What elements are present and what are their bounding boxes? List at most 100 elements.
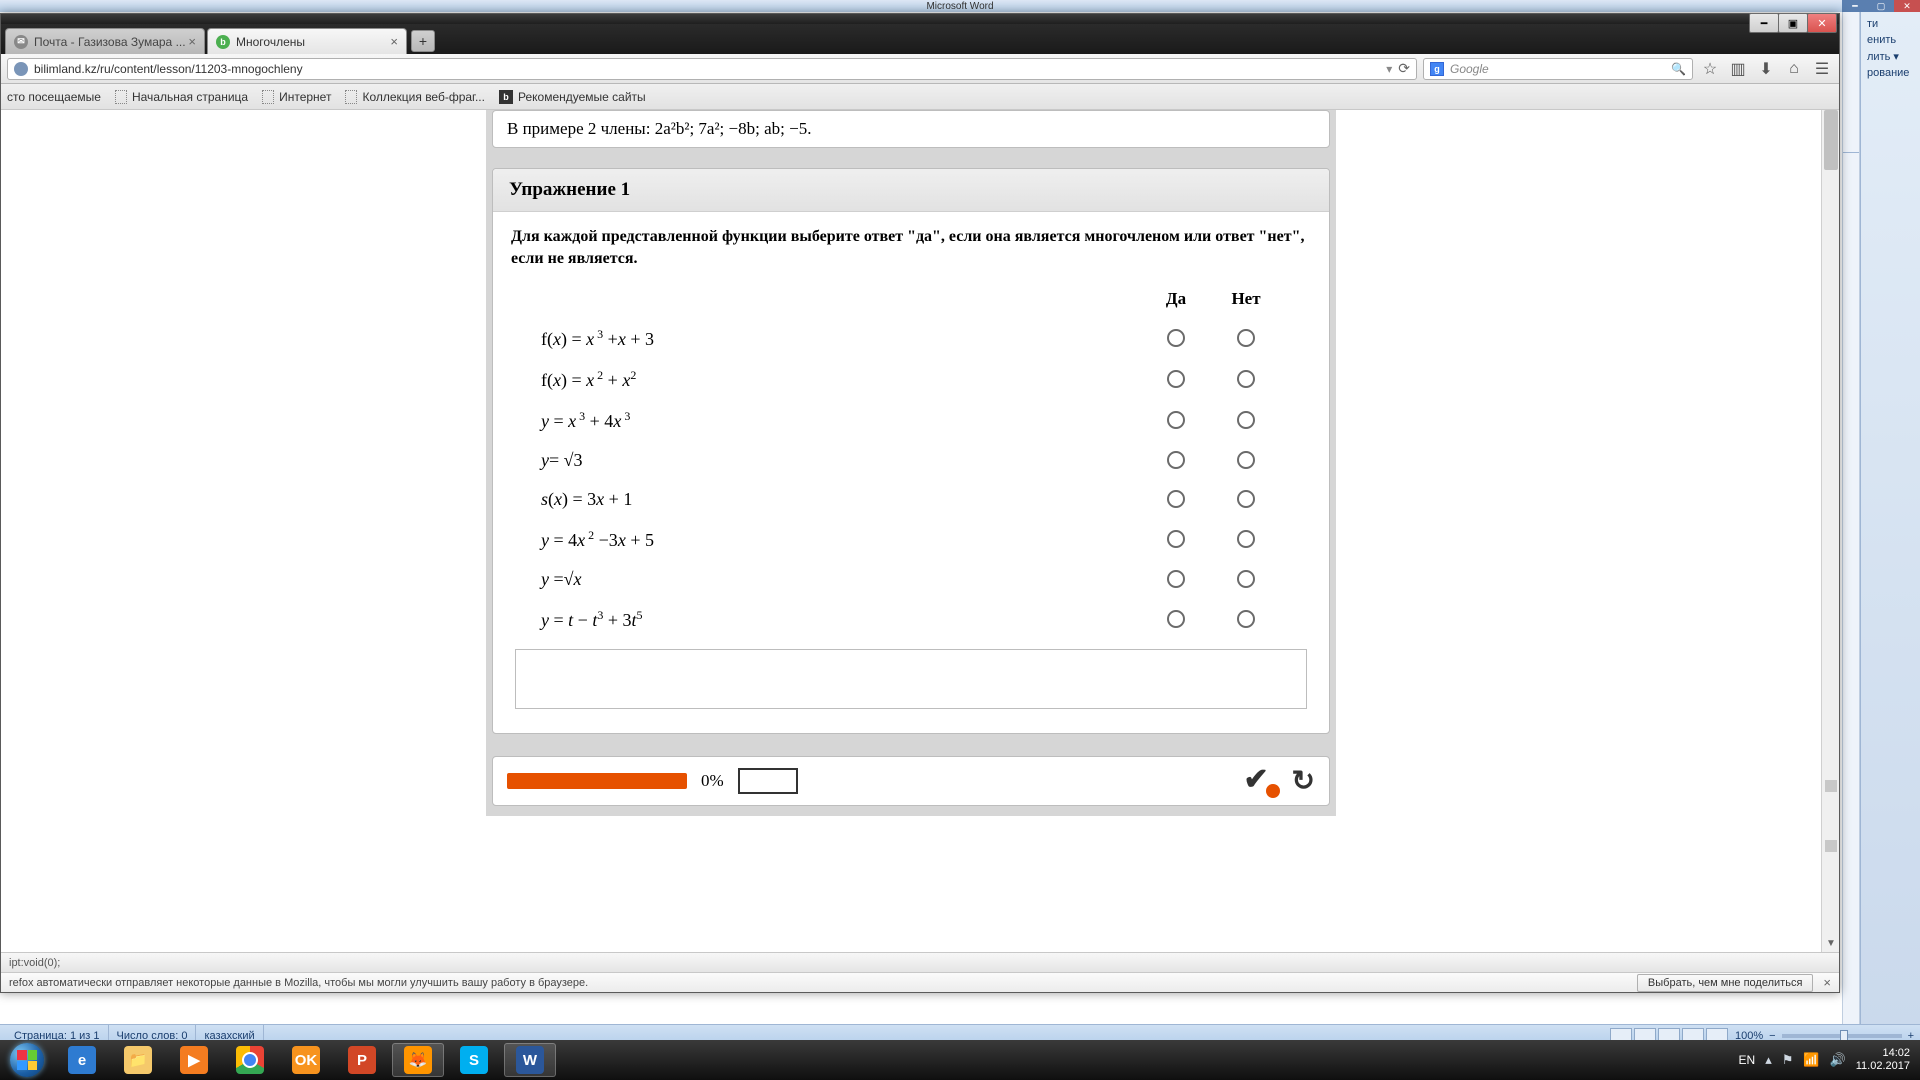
firefox-maximize-button[interactable]: ▣ [1778,13,1808,33]
function-row: f(x) = x 2 + x2 [541,368,1141,391]
page-icon [345,90,357,104]
exercise-instruction: Для каждой представленной функции выбери… [511,226,1311,271]
bookmark-internet[interactable]: Интернет [262,90,331,104]
menu-icon[interactable]: ☰ [1811,58,1833,80]
bookmark-home[interactable]: Начальная страница [115,90,248,104]
tab-lesson[interactable]: b Многочлены × [207,28,407,54]
start-button[interactable] [0,1040,54,1080]
exercise-table: Да Нет f(x) = x 3 +x + 3 f(x) = x 2 + x2… [511,289,1311,631]
firefox-window: ━ ▣ ✕ ✉ Почта - Газизова Зумара ... × b … [0,13,1840,993]
search-bar[interactable]: g Google 🔍 [1423,58,1693,80]
exercise-body: Для каждой представленной функции выбери… [493,212,1329,733]
search-icon[interactable]: 🔍 [1671,62,1686,76]
notification-text: refox автоматически отправляет некоторые… [9,977,588,989]
scroll-down-icon[interactable]: ▼ [1822,934,1839,952]
tray-show-hidden-icon[interactable]: ▴ [1765,1052,1772,1068]
mail-favicon-icon: ✉ [14,35,28,49]
word-minimize-button[interactable]: ━ [1842,0,1868,12]
word-maximize-button[interactable]: ▢ [1868,0,1894,12]
content-scrollbar[interactable]: ▲ ▼ [1821,110,1839,952]
radio-yes[interactable] [1167,411,1185,429]
tray-volume-icon[interactable]: 🔊 [1830,1052,1846,1068]
word-side-item[interactable]: енить [1863,32,1918,48]
firefox-content-area: В примере 2 члены: 2a²b²; 7a²; −8b; ab; … [1,110,1839,952]
dropdown-icon[interactable]: ▾ [1386,62,1392,76]
word-close-button[interactable]: ✕ [1894,0,1920,12]
progress-percent: 0% [701,771,724,791]
tab-mail[interactable]: ✉ Почта - Газизова Зумара ... × [5,28,205,54]
radio-no[interactable] [1237,451,1255,469]
radio-no[interactable] [1237,329,1255,347]
lesson-bottom-bar: 0% ↻ [492,756,1330,806]
function-row: f(x) = x 3 +x + 3 [541,327,1141,350]
radio-yes[interactable] [1167,610,1185,628]
taskbar-word[interactable]: W [504,1043,556,1077]
taskbar-skype[interactable]: S [448,1043,500,1077]
url-bar[interactable]: bilimland.kz/ru/content/lesson/11203-mno… [7,58,1417,80]
reload-icon[interactable]: ⟳ [1398,60,1410,77]
downloads-icon[interactable]: ⬇ [1755,58,1777,80]
taskbar-ok[interactable]: OK [280,1043,332,1077]
home-icon[interactable]: ⌂ [1783,58,1805,80]
bookmark-recommended[interactable]: bРекомендуемые сайты [499,90,646,104]
previous-theory-box: В примере 2 члены: 2a²b²; 7a²; −8b; ab; … [492,110,1330,148]
bookmark-star-icon[interactable]: ☆ [1699,58,1721,80]
radio-yes[interactable] [1167,451,1185,469]
tab-close-icon[interactable]: × [390,34,398,49]
bookmark-webfrag[interactable]: Коллекция веб-фраг... [345,90,485,104]
radio-yes[interactable] [1167,570,1185,588]
radio-no[interactable] [1237,490,1255,508]
function-row: y = t − t3 + 3t5 [541,608,1141,631]
firefox-minimize-button[interactable]: ━ [1749,13,1779,33]
page-number-input[interactable] [738,768,798,794]
radio-no[interactable] [1237,570,1255,588]
chrome-icon [236,1046,264,1074]
taskbar-chrome[interactable] [224,1043,276,1077]
taskbar-wmp[interactable]: ▶ [168,1043,220,1077]
bookmarks-list-icon[interactable]: ▥ [1727,58,1749,80]
windows-taskbar: e 📁 ▶ OK P 🦊 S W EN ▴ ⚑ 📶 🔊 14:02 11.02.… [0,1040,1920,1080]
radio-yes[interactable] [1167,490,1185,508]
language-indicator[interactable]: EN [1739,1053,1756,1067]
folder-icon: 📁 [124,1046,152,1074]
reset-button[interactable]: ↻ [1292,764,1315,797]
taskbar-firefox[interactable]: 🦊 [392,1043,444,1077]
new-tab-button[interactable]: + [411,30,435,52]
tray-network-icon[interactable]: 📶 [1803,1052,1819,1068]
scroll-marker [1825,780,1837,792]
progress-bar [507,773,687,789]
taskbar-explorer[interactable]: 📁 [112,1043,164,1077]
word-titlebar: Microsoft Word [0,0,1920,12]
check-answer-button[interactable] [1244,766,1278,796]
radio-yes[interactable] [1167,370,1185,388]
radio-yes[interactable] [1167,329,1185,347]
radio-no[interactable] [1237,411,1255,429]
firefox-tab-strip: ✉ Почта - Газизова Зумара ... × b Многоч… [1,24,1839,54]
word-vertical-ruler [1842,12,1860,1030]
word-side-item[interactable]: ти [1863,16,1918,32]
tab-label: Почта - Газизова Зумара ... [34,35,186,49]
radio-yes[interactable] [1167,530,1185,548]
wmp-icon: ▶ [180,1046,208,1074]
firefox-icon: 🦊 [404,1046,432,1074]
bookmark-most-visited[interactable]: сто посещаемые [7,90,101,104]
taskbar-powerpoint[interactable]: P [336,1043,388,1077]
radio-no[interactable] [1237,370,1255,388]
notification-close-icon[interactable]: × [1823,975,1831,990]
function-row: s(x) = 3x + 1 [541,489,1141,510]
radio-no[interactable] [1237,530,1255,548]
word-side-item[interactable]: рование [1863,65,1918,81]
tray-time: 14:02 [1856,1047,1910,1060]
bing-icon: b [499,90,513,104]
tray-clock[interactable]: 14:02 11.02.2017 [1856,1047,1910,1073]
firefox-close-button[interactable]: ✕ [1807,13,1837,33]
word-side-item[interactable]: лить ▾ [1863,48,1918,65]
word-zoom-slider[interactable] [1782,1034,1902,1038]
lesson-container: В примере 2 члены: 2a²b²; 7a²; −8b; ab; … [486,110,1336,816]
tray-flag-icon[interactable]: ⚑ [1782,1052,1794,1068]
notification-choose-button[interactable]: Выбрать, чем мне поделиться [1637,974,1814,992]
taskbar-ie[interactable]: e [56,1043,108,1077]
radio-no[interactable] [1237,610,1255,628]
scroll-thumb[interactable] [1824,110,1838,170]
tab-close-icon[interactable]: × [188,34,196,49]
